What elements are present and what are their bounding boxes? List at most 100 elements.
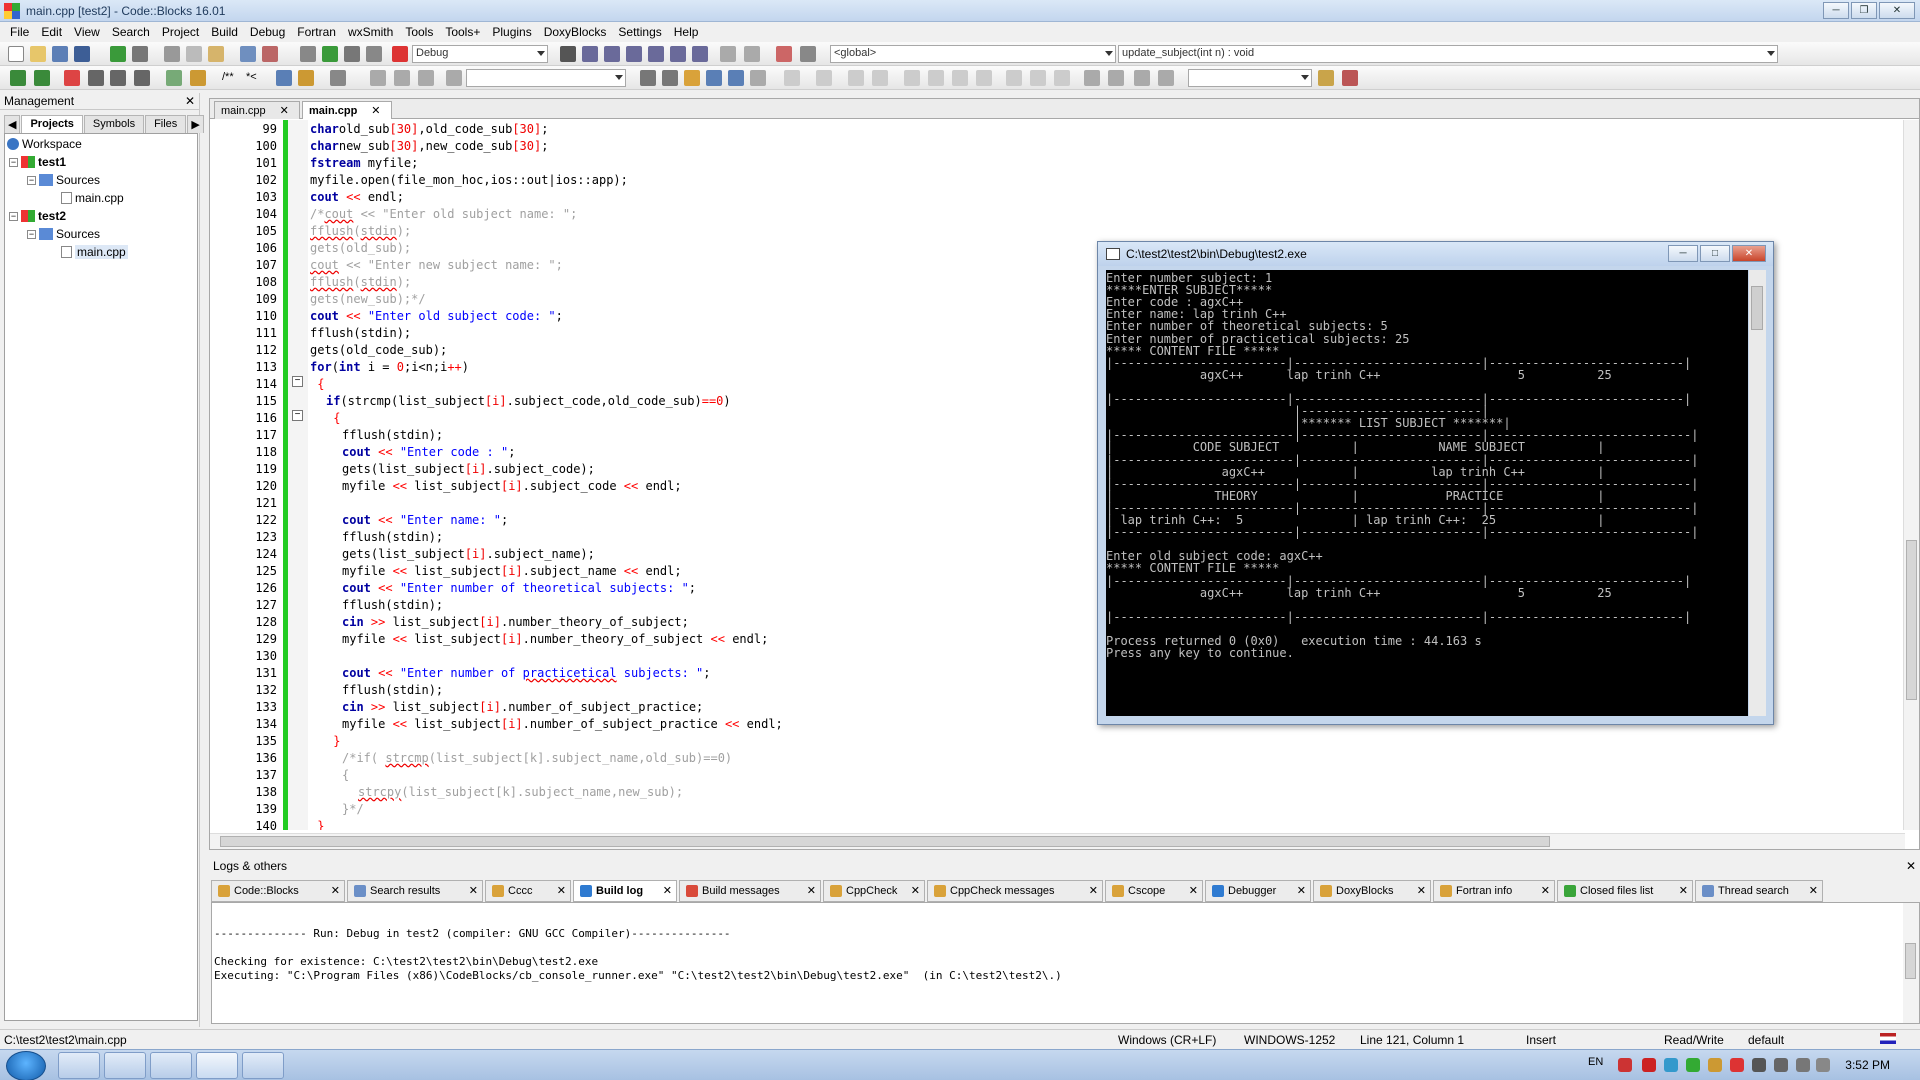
taskbar-codeblocks-icon[interactable]	[196, 1052, 238, 1079]
close-tab-icon[interactable]: ✕	[371, 105, 380, 117]
fold-toggle-icon[interactable]: −	[292, 376, 303, 387]
tray-icon[interactable]	[1664, 1058, 1678, 1072]
search-back-icon[interactable]	[640, 70, 656, 86]
log-tab-doxyblocks[interactable]: DoxyBlocks ✕	[1313, 880, 1431, 902]
jump-forward-icon[interactable]	[418, 70, 434, 86]
debug-run-icon[interactable]	[560, 46, 576, 62]
editor-horizontal-scrollbar[interactable]	[210, 833, 1905, 849]
step-out-icon[interactable]	[648, 46, 664, 62]
log-tab-closed-files-list[interactable]: Closed files list ✕	[1557, 880, 1693, 902]
select-pointer-icon[interactable]	[784, 70, 800, 86]
close-tab-icon[interactable]: ✕	[663, 884, 672, 897]
step-into-icon[interactable]	[626, 46, 642, 62]
doxy-html-icon[interactable]	[276, 70, 292, 86]
match-case-icon[interactable]	[728, 70, 744, 86]
block-comment-label[interactable]: /**	[222, 71, 234, 83]
close-tab-icon[interactable]: ✕	[1189, 884, 1198, 897]
wx-box-icon[interactable]	[976, 70, 992, 86]
undo-icon[interactable]	[110, 46, 126, 62]
close-tab-icon[interactable]: ✕	[1541, 884, 1550, 897]
log-tab-cppcheck[interactable]: CppCheck ✕	[823, 880, 925, 902]
bookmark-clear-icon[interactable]	[134, 70, 150, 86]
search-symbol-icon[interactable]	[1318, 70, 1334, 86]
menu-tools[interactable]: Tools	[399, 25, 439, 39]
pause-icon[interactable]	[720, 46, 736, 62]
debug-windows-icon[interactable]	[776, 46, 792, 62]
fold-toggle-icon[interactable]: −	[292, 410, 303, 421]
selected-text-icon[interactable]	[706, 70, 722, 86]
tab-main-cpp-test2[interactable]: main.cpp ✕	[302, 101, 392, 119]
network-icon[interactable]	[1752, 1058, 1766, 1072]
menu-plugins[interactable]: Plugins	[486, 25, 537, 39]
tree-item-main-cpp[interactable]: main.cpp	[61, 190, 124, 206]
debug-info-icon[interactable]	[800, 46, 816, 62]
collapse-icon[interactable]: −	[9, 211, 18, 221]
tray-icon[interactable]	[1730, 1058, 1744, 1072]
wx-sizer-icon[interactable]	[872, 70, 888, 86]
tree-item-sources[interactable]: − Sources	[27, 226, 100, 242]
next-instruction-icon[interactable]	[670, 46, 686, 62]
close-tab-icon[interactable]: ✕	[557, 884, 566, 897]
collapse-icon[interactable]: −	[27, 229, 36, 239]
bookmark-next-icon[interactable]	[110, 70, 126, 86]
clock[interactable]: 3:52 PM	[1845, 1058, 1890, 1072]
console-close-button[interactable]: ✕	[1732, 245, 1766, 262]
logs-close-icon[interactable]: ✕	[1906, 859, 1916, 875]
tree-item-main-cpp-selected[interactable]: main.cpp	[61, 244, 128, 260]
log-tab-debugger[interactable]: Debugger ✕	[1205, 880, 1311, 902]
scroll-thumb[interactable]	[1906, 540, 1917, 700]
rebuild-icon[interactable]	[366, 46, 382, 62]
log-tab-search-results[interactable]: Search results ✕	[347, 880, 483, 902]
menu-project[interactable]: Project	[156, 25, 205, 39]
build-gear-icon[interactable]	[300, 46, 316, 62]
build-run-icon[interactable]	[344, 46, 360, 62]
tree-item-test1[interactable]: − test1	[9, 154, 66, 170]
menu-help[interactable]: Help	[668, 25, 705, 39]
save-icon[interactable]	[52, 46, 68, 62]
back-icon[interactable]	[10, 70, 26, 86]
wx-widget-icon[interactable]	[816, 70, 832, 86]
code-completion-select[interactable]	[1188, 69, 1312, 87]
bookmark-prev-icon[interactable]	[88, 70, 104, 86]
refresh-icon[interactable]	[1158, 70, 1174, 86]
menu-debug[interactable]: Debug	[244, 25, 291, 39]
cut-icon[interactable]	[164, 46, 180, 62]
volume-icon[interactable]	[1774, 1058, 1788, 1072]
close-tab-icon[interactable]: ✕	[911, 884, 920, 897]
log-tab-code-blocks[interactable]: Code::Blocks ✕	[211, 880, 345, 902]
scroll-thumb[interactable]	[1751, 286, 1763, 330]
console-maximize-button[interactable]: □	[1700, 245, 1730, 262]
save-all-icon[interactable]	[74, 46, 90, 62]
function-select[interactable]: update_subject(int n) : void	[1118, 45, 1778, 63]
tray-icon[interactable]	[1618, 1058, 1632, 1072]
doxyblocks-extract-icon[interactable]	[190, 70, 206, 86]
layout-3-icon[interactable]	[1054, 70, 1070, 86]
collapse-icon[interactable]: −	[27, 175, 36, 185]
new-file-icon[interactable]	[8, 46, 24, 62]
menu-fortran[interactable]: Fortran	[291, 25, 342, 39]
menu-view[interactable]: View	[68, 25, 106, 39]
wx-frame-icon[interactable]	[928, 70, 944, 86]
log-tab-cppcheck-messages[interactable]: CppCheck messages ✕	[927, 880, 1103, 902]
tree-item-sources[interactable]: − Sources	[27, 172, 100, 188]
bookmark-toggle-icon[interactable]	[64, 70, 80, 86]
paste-icon[interactable]	[208, 46, 224, 62]
search-forward-icon[interactable]	[662, 70, 678, 86]
close-tab-icon[interactable]: ✕	[1089, 884, 1098, 897]
build-target-select[interactable]: Debug	[412, 45, 548, 63]
replace-icon[interactable]	[262, 46, 278, 62]
close-tab-icon[interactable]: ✕	[331, 884, 340, 897]
open-file-icon[interactable]	[30, 46, 46, 62]
tabs-scroll-left-icon[interactable]: ◀	[4, 115, 21, 133]
wx-panel-icon[interactable]	[904, 70, 920, 86]
run-icon[interactable]	[322, 46, 338, 62]
menu-tools-plus[interactable]: Tools+	[439, 25, 486, 39]
console-scrollbar[interactable]	[1749, 270, 1766, 716]
log-tab-thread-search[interactable]: Thread search ✕	[1695, 880, 1823, 902]
doxyblocks-wizard-icon[interactable]	[166, 70, 182, 86]
step-instruction-icon[interactable]	[692, 46, 708, 62]
menu-search[interactable]: Search	[106, 25, 156, 39]
scroll-thumb[interactable]	[1905, 943, 1916, 979]
spell-icon[interactable]	[1134, 70, 1150, 86]
tabs-scroll-right-icon[interactable]: ▶	[187, 115, 204, 133]
